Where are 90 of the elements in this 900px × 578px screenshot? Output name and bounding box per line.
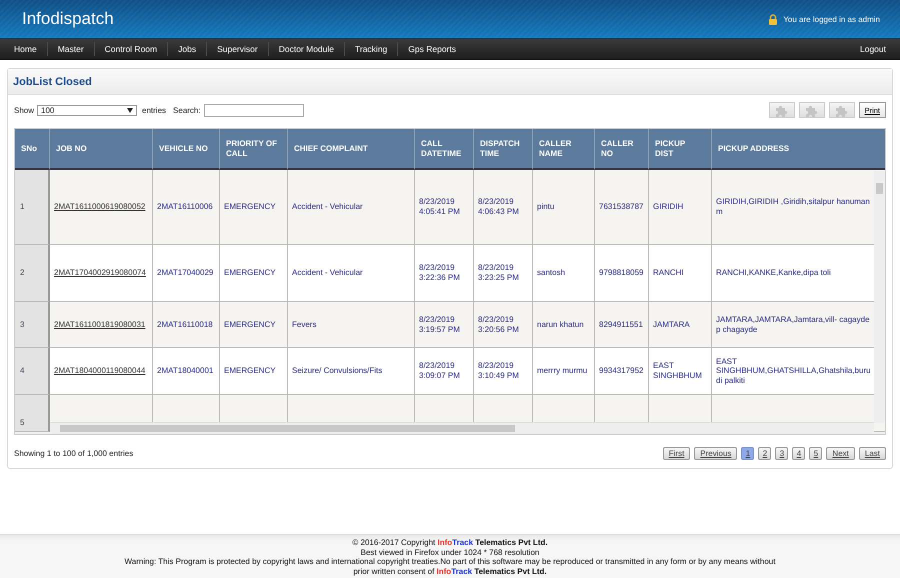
horizontal-scrollbar[interactable]	[50, 422, 874, 434]
page-button[interactable]: 3	[775, 447, 788, 460]
puzzle-icon	[805, 104, 818, 116]
job-link[interactable]: 2MAT1611000619080052	[54, 202, 146, 212]
column-header[interactable]: DISPATCH TIME	[474, 129, 533, 170]
job-link[interactable]: 2MAT1804000119080044	[54, 366, 146, 376]
table-cell: GIRIDIH	[649, 170, 712, 245]
table-cell: 7631538787	[595, 170, 649, 245]
table-cell: 8/23/2019 3:23:25 PM	[474, 245, 533, 302]
entries-dropdown[interactable]: 100	[37, 104, 138, 116]
job-link[interactable]: 2MAT1611001819080031	[54, 320, 146, 330]
table-cell: 2MAT17040029	[153, 245, 220, 302]
column-header[interactable]: CALLER NAME	[533, 129, 595, 170]
table-cell: Accident - Vehicular	[288, 170, 415, 245]
table-cell: merrry murmu	[533, 348, 595, 395]
nav-item[interactable]: Jobs	[168, 42, 208, 56]
table-cell: Accident - Vehicular	[288, 245, 415, 302]
column-header[interactable]: PRIORITY OF CALL	[220, 129, 288, 170]
column-header[interactable]: CHIEF COMPLAINT	[288, 129, 415, 170]
table-cell: pintu	[533, 170, 595, 245]
nav-item[interactable]: Master	[48, 42, 95, 56]
table-cell: JAMTARA	[649, 302, 712, 348]
table-cell: narun khatun	[533, 302, 595, 348]
table-cell: Seizure/ Convulsions/Fits	[288, 348, 415, 395]
table-cell: EMERGENCY	[220, 302, 288, 348]
table-cell: 8/23/2019 3:09:07 PM	[415, 348, 474, 395]
table-cell: 8/23/2019 3:19:57 PM	[415, 302, 474, 348]
table-cell: Fevers	[288, 302, 415, 348]
table-cell: 2MAT16110018	[153, 302, 220, 348]
table-cell: 2MAT18040001	[153, 348, 220, 395]
footer-text: Best viewed in Firefox under 1024 * 768 resolution	[360, 548, 540, 557]
panel-title: JobList Closed	[8, 69, 892, 95]
pager-nav-button[interactable]: Previous	[694, 447, 738, 460]
column-header[interactable]: SNo	[15, 129, 50, 170]
table-cell: 8/23/2019 3:22:36 PM	[415, 245, 474, 302]
puzzle-icon	[775, 104, 788, 116]
column-header[interactable]: JOB NO	[50, 129, 153, 170]
table-cell: 8/23/2019 4:05:41 PM	[415, 170, 474, 245]
lock-icon	[768, 14, 778, 24]
table-cell: 8/23/2019 3:20:56 PM	[474, 302, 533, 348]
logout-link[interactable]: Logout	[850, 42, 896, 56]
table-cell: GIRIDIH,GIRIDIH ,Giridih,sitalpur hanuman m	[712, 170, 885, 245]
column-header[interactable]: VEHICLE NO	[153, 129, 220, 170]
nav-item[interactable]: Supervisor	[207, 42, 269, 56]
page-button[interactable]: 4	[792, 447, 806, 460]
row-number: 2	[15, 245, 50, 302]
pager-nav-button[interactable]: First	[662, 447, 690, 460]
page-button[interactable]: 2	[758, 447, 772, 460]
table-cell: EMERGENCY	[220, 348, 288, 395]
page-button[interactable]: 5	[809, 447, 822, 460]
table-cell: 8294911551	[595, 302, 649, 348]
entries-label: entries	[142, 106, 166, 114]
search-label: Search:	[173, 106, 201, 114]
footer-text: © 2016-2017 Copyright InfoTrack Telematics Pvt Ltd.	[351, 538, 549, 548]
nav-item[interactable]: Control Room	[94, 42, 168, 56]
table-cell: 8/23/2019 3:10:49 PM	[474, 348, 533, 395]
table-cell: EAST SINGHBHUM	[649, 348, 712, 395]
puzzle-icon	[835, 104, 848, 116]
vertical-scrollbar[interactable]	[874, 171, 885, 423]
pager-nav-button[interactable]: Next	[826, 447, 855, 460]
table-cell: EMERGENCY	[220, 245, 288, 302]
show-label: Show	[14, 106, 34, 114]
table-cell: 9934317952	[595, 348, 649, 395]
job-link[interactable]: 2MAT1704002919080074	[54, 268, 146, 278]
row-number: 4	[15, 348, 50, 395]
pager-nav-button[interactable]: Last	[858, 447, 886, 460]
column-header[interactable]: PICKUP DIST	[649, 129, 712, 170]
nav-item[interactable]: Home	[4, 42, 48, 56]
table-cell: RANCHI	[649, 245, 712, 302]
caret-icon	[127, 108, 134, 112]
nav-item[interactable]: Gps Reports	[398, 42, 466, 56]
nav-item[interactable]: Doctor Module	[268, 42, 345, 56]
nav-item[interactable]: Tracking	[345, 42, 398, 56]
column-header[interactable]: CALLER NO	[595, 129, 649, 170]
column-header[interactable]: PICKUP ADDRESS	[712, 129, 885, 170]
footer-text: Warning: This Program is protected by copyright laws and international copyright treaties.No part of this software may be reproduced or transmitted in any form or by any means without prior written consent of InfoTrack Telematics Pvt Ltd.	[124, 557, 776, 576]
table-cell: santosh	[533, 245, 595, 302]
login-status: You are logged in as admin	[783, 14, 880, 24]
table-cell: 2MAT16110006	[153, 170, 220, 245]
table-cell: EMERGENCY	[220, 170, 288, 245]
row-number: 3	[15, 302, 50, 348]
app-title: Infodispatch	[22, 9, 114, 29]
entries-info: Showing 1 to 100 of 1,000 entries	[14, 449, 134, 458]
table-cell: 9798818059	[595, 245, 649, 302]
row-number: 1	[15, 170, 50, 245]
table-cell: 8/23/2019 4:06:43 PM	[474, 170, 533, 245]
column-header[interactable]: CALL DATETIME	[415, 129, 474, 170]
page-button[interactable]: 1	[741, 447, 754, 460]
search-field[interactable]	[204, 104, 304, 116]
row-number: 5	[15, 395, 50, 432]
